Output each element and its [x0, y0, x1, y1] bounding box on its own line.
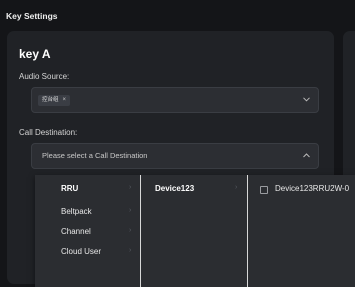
call-destination-placeholder: Please select a Call Destination	[42, 151, 148, 160]
key-title: key A	[19, 47, 51, 61]
chevron-right-icon: ›	[129, 184, 132, 191]
chevron-right-icon: ›	[129, 247, 132, 254]
category-cloud-user[interactable]: Cloud User	[61, 247, 101, 256]
chevron-down-icon[interactable]	[303, 97, 310, 102]
call-destination-dropdown: RRU › Beltpack › Channel › Cloud User › …	[35, 175, 355, 287]
chevron-up-icon[interactable]	[303, 153, 310, 158]
page-title: Key Settings	[6, 11, 58, 21]
category-channel[interactable]: Channel	[61, 227, 91, 236]
category-beltpack[interactable]: Beltpack	[61, 207, 92, 216]
chevron-right-icon: ›	[129, 207, 132, 214]
audio-source-label: Audio Source:	[19, 72, 70, 81]
chevron-right-icon: ›	[129, 227, 132, 234]
audio-source-select[interactable]: 控台组 ×	[31, 87, 319, 113]
device-item[interactable]: Device123	[155, 184, 194, 193]
device-option-label[interactable]: Device123RRU2W-0	[275, 184, 349, 193]
category-column: RRU › Beltpack › Channel › Cloud User ›	[35, 175, 140, 287]
call-destination-select[interactable]: Please select a Call Destination	[31, 143, 319, 169]
checkbox-icon[interactable]	[260, 186, 268, 194]
chevron-right-icon: ›	[235, 184, 238, 191]
call-destination-label: Call Destination:	[19, 128, 78, 137]
option-column: Device123RRU2W-0	[248, 175, 355, 287]
category-rru[interactable]: RRU	[61, 184, 78, 193]
audio-source-tag: 控台组 ×	[38, 95, 71, 106]
audio-source-tag-label: 控台组	[42, 97, 59, 103]
tag-close-icon[interactable]: ×	[63, 95, 67, 106]
device-column: Device123 ›	[141, 175, 247, 287]
